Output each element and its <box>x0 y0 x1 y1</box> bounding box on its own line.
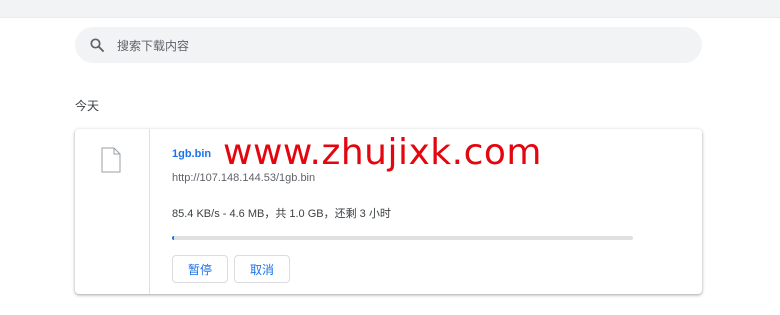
pause-button[interactable]: 暂停 <box>172 255 228 283</box>
file-icon <box>101 147 121 173</box>
file-icon-column <box>75 129 150 294</box>
file-name-link[interactable]: 1gb.bin <box>172 148 211 160</box>
search-icon <box>89 37 105 53</box>
search-bar[interactable]: 搜索下载内容 <box>75 27 702 63</box>
progress-fill <box>172 236 175 240</box>
progress-bar <box>172 236 633 240</box>
watermark-text: www.zhujixk.com <box>223 132 542 173</box>
search-input[interactable]: 搜索下载内容 <box>117 37 189 54</box>
date-group-heading: 今天 <box>75 99 100 113</box>
top-bar <box>0 0 780 18</box>
download-status: 85.4 KB/s - 4.6 MB，共 1.0 GB，还剩 3 小时 <box>172 208 391 220</box>
cancel-button[interactable]: 取消 <box>234 255 290 283</box>
file-url: http://107.148.144.53/1gb.bin <box>172 172 316 184</box>
